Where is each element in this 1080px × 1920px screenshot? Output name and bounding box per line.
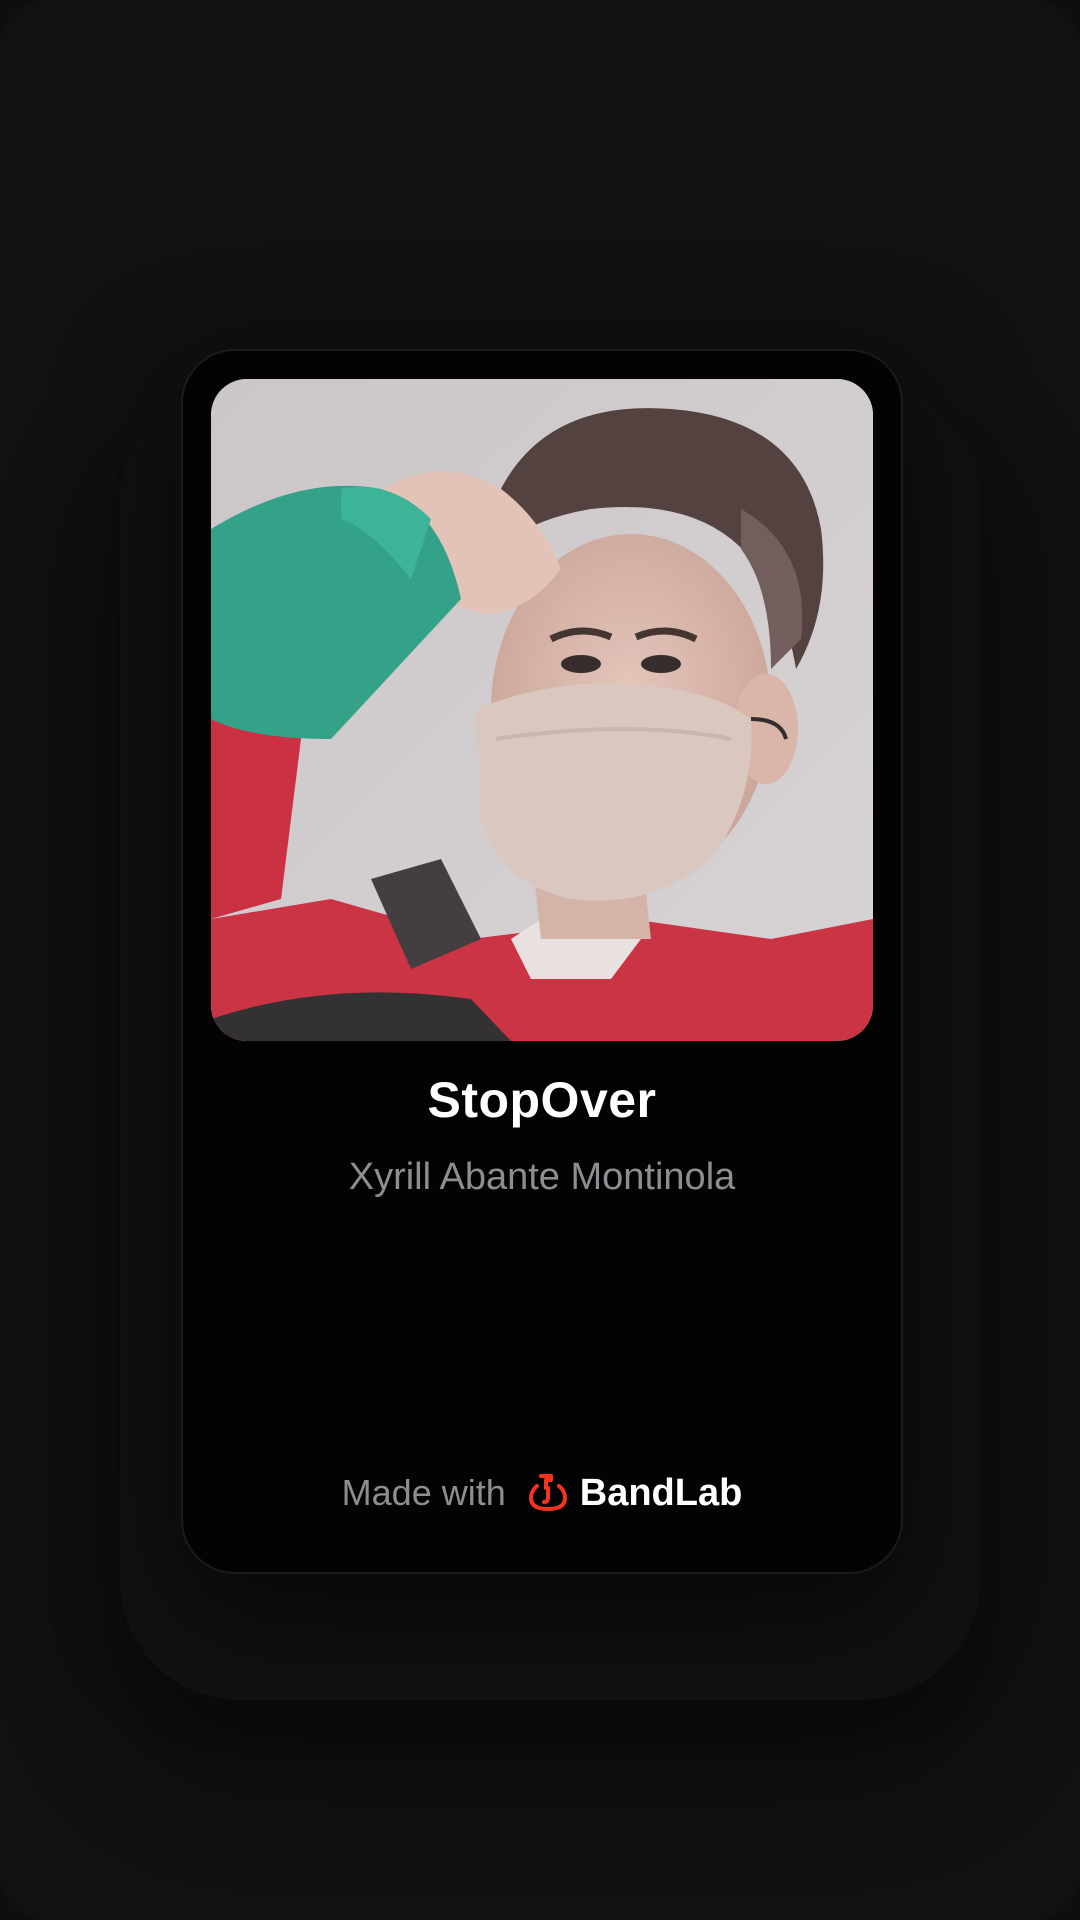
made-with-label: Made with <box>341 1472 506 1513</box>
track-title: StopOver <box>427 1072 657 1128</box>
bandlab-logo-icon <box>528 1474 567 1512</box>
artist-name: Xyrill Abante Montinola <box>348 1156 736 1198</box>
track-card[interactable]: StopOver Xyrill Abante Montinola Made wi… <box>181 349 903 1574</box>
cover-art <box>211 379 873 1041</box>
brand-name: BandLab <box>579 1471 743 1514</box>
made-with-bandlab[interactable]: Made with BandLab <box>183 1465 901 1521</box>
share-screen: StopOver Xyrill Abante Montinola Made wi… <box>0 0 1080 1920</box>
cover-photo <box>211 379 873 1041</box>
